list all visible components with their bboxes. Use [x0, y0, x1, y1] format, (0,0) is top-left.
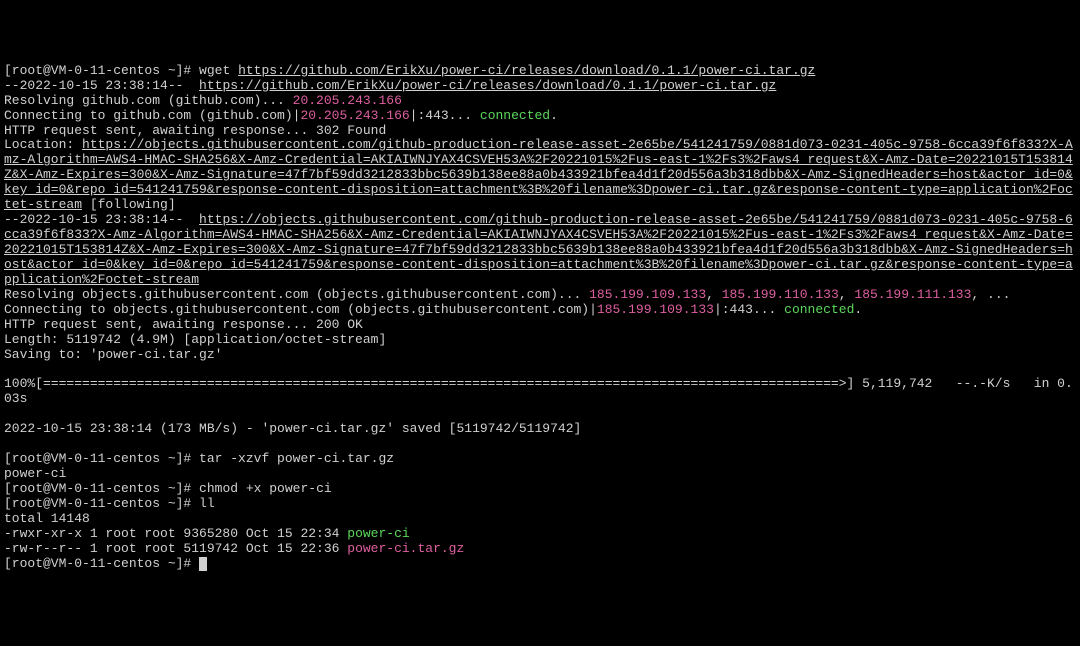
wget-following: [following]	[82, 197, 176, 212]
wget-cmd: wget	[199, 63, 238, 78]
wget-location-label: Location:	[4, 137, 82, 152]
prompt-4: [root@VM-0-11-centos ~]#	[4, 496, 199, 511]
wget-ip-1: 20.205.243.166	[293, 93, 402, 108]
wget-saving: Saving to: 'power-ci.tar.gz'	[4, 347, 222, 362]
wget-port-2: |:443...	[714, 302, 784, 317]
wget-port: |:443...	[410, 108, 480, 123]
wget-connecting-2: Connecting to objects.githubusercontent.…	[4, 302, 597, 317]
wget-ip-c: 185.199.111.133	[854, 287, 971, 302]
wget-done: 2022-10-15 23:38:14 (173 MB/s) - 'power-…	[4, 421, 581, 436]
wget-dot-2: .	[854, 302, 862, 317]
wget-url-2: https://github.com/ErikXu/power-ci/relea…	[199, 78, 776, 93]
wget-connected: connected	[480, 108, 550, 123]
wget-dot: .	[550, 108, 558, 123]
tar-output: power-ci	[4, 466, 66, 481]
wget-progress: 100%[===================================…	[4, 376, 1073, 406]
wget-ip-a: 185.199.109.133	[589, 287, 706, 302]
tar-cmd: tar -xzvf power-ci.tar.gz	[199, 451, 394, 466]
ll-total: total 14148	[4, 511, 90, 526]
wget-url: https://github.com/ErikXu/power-ci/relea…	[238, 63, 815, 78]
ll-line-1-perm: -rwxr-xr-x 1 root root 9365280 Oct 15 22…	[4, 526, 347, 541]
wget-ellipsis: , ...	[971, 287, 1010, 302]
prompt-3: [root@VM-0-11-centos ~]#	[4, 481, 199, 496]
ll-line-2-name: power-ci.tar.gz	[347, 541, 464, 556]
ll-cmd: ll	[199, 496, 215, 511]
wget-http-302: HTTP request sent, awaiting response... …	[4, 123, 386, 138]
wget-connected-2: connected	[784, 302, 854, 317]
terminal-output[interactable]: [root@VM-0-11-centos ~]# wget https://gi…	[4, 64, 1076, 572]
prompt-2: [root@VM-0-11-centos ~]#	[4, 451, 199, 466]
sep-2: ,	[839, 287, 855, 302]
sep-1: ,	[706, 287, 722, 302]
prompt-5: [root@VM-0-11-centos ~]#	[4, 556, 199, 571]
prompt: [root@VM-0-11-centos ~]#	[4, 63, 199, 78]
ll-line-1-name: power-ci	[347, 526, 409, 541]
wget-ip-2: 20.205.243.166	[300, 108, 409, 123]
wget-ts: --2022-10-15 23:38:14--	[4, 78, 199, 93]
wget-ts-2: --2022-10-15 23:38:14--	[4, 212, 199, 227]
wget-resolving-2: Resolving objects.githubusercontent.com …	[4, 287, 589, 302]
cursor[interactable]	[199, 557, 207, 571]
wget-ip-b: 185.199.110.133	[722, 287, 839, 302]
wget-connecting: Connecting to github.com (github.com)|	[4, 108, 300, 123]
chmod-cmd: chmod +x power-ci	[199, 481, 332, 496]
wget-length: Length: 5119742 (4.9M) [application/octe…	[4, 332, 386, 347]
wget-ip-d: 185.199.109.133	[597, 302, 714, 317]
wget-resolving: Resolving github.com (github.com)...	[4, 93, 293, 108]
wget-http-200: HTTP request sent, awaiting response... …	[4, 317, 363, 332]
ll-line-2-perm: -rw-r--r-- 1 root root 5119742 Oct 15 22…	[4, 541, 347, 556]
